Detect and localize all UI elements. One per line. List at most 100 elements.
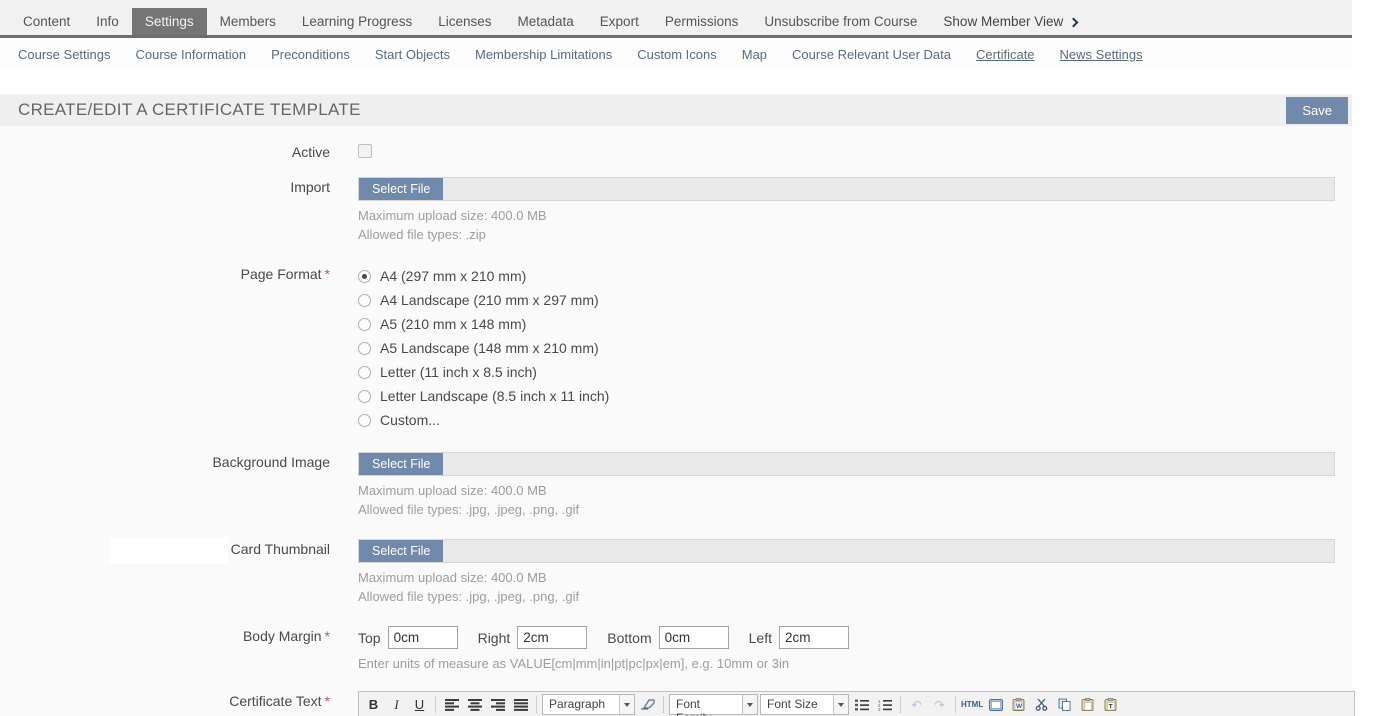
subtab-membership-limitations[interactable]: Membership Limitations [475,47,612,62]
radio-letter-landscape[interactable]: Letter Landscape (8.5 inch x 11 inch) [358,384,1335,408]
radio-custom[interactable]: Custom... [358,408,1335,432]
tab-settings[interactable]: Settings [132,8,207,35]
font-family-select[interactable]: Font Family [669,694,758,715]
radio-a5[interactable]: A5 (210 mm x 148 mm) [358,312,1335,336]
align-justify-button[interactable] [510,695,531,715]
radio-button-icon[interactable] [358,294,371,307]
html-source-button[interactable]: HTML [961,695,983,715]
bullet-list-icon [855,699,869,711]
align-right-button[interactable] [487,695,508,715]
chevron-down-icon [833,695,848,714]
tab-export[interactable]: Export [587,8,652,35]
radio-a4-landscape-label: A4 Landscape (210 mm x 297 mm) [380,292,599,308]
numbered-list-button[interactable]: 123 [874,695,895,715]
tab-licenses[interactable]: Licenses [425,8,504,35]
card-thumbnail-label: Card Thumbnail [231,541,330,557]
tab-permissions[interactable]: Permissions [652,8,752,35]
card-thumbnail-max-upload-hint: Maximum upload size: 400.0 MB [358,570,1335,585]
fullscreen-button[interactable] [985,695,1006,715]
subtab-course-settings[interactable]: Course Settings [18,47,111,62]
radio-letter[interactable]: Letter (11 inch x 8.5 inch) [358,360,1335,384]
paste-from-word-button[interactable]: W [1008,695,1029,715]
subtab-preconditions[interactable]: Preconditions [271,47,350,62]
editor-toolbar: B I U [359,692,1354,716]
margin-top-input[interactable] [388,626,458,649]
svg-text:W: W [1016,703,1023,710]
subtab-news-settings[interactable]: News Settings [1060,47,1143,62]
tab-metadata[interactable]: Metadata [505,8,587,35]
chevron-down-icon [742,695,757,714]
toolbar-separator [536,696,537,713]
save-button[interactable]: Save [1286,97,1348,124]
card-thumbnail-file-input[interactable]: Select File [358,539,1335,563]
align-right-icon [491,699,505,711]
tab-show-member-view[interactable]: Show Member View [930,8,1090,35]
tab-unsubscribe[interactable]: Unsubscribe from Course [751,8,930,35]
paste-text-icon: T [1104,698,1117,711]
radio-letter-label: Letter (11 inch x 8.5 inch) [380,364,537,380]
background-image-select-file-button[interactable]: Select File [359,453,443,475]
radio-button-icon[interactable] [358,390,371,403]
margin-left-input[interactable] [779,626,849,649]
underline-button[interactable]: U [409,695,430,715]
certificate-text-label: Certificate Text [229,693,321,709]
row-card-thumbnail: Card Thumbnail Select File Maximum uploa… [0,539,1352,604]
radio-letter-landscape-label: Letter Landscape (8.5 inch x 11 inch) [380,388,609,404]
bullet-list-button[interactable] [851,695,872,715]
radio-button-icon[interactable] [358,270,371,283]
redo-button[interactable]: ↷ [929,695,950,715]
radio-a4[interactable]: A4 (297 mm x 210 mm) [358,264,1335,288]
top-tab-bar: Content Info Settings Members Learning P… [0,0,1352,38]
radio-a5-landscape[interactable]: A5 Landscape (148 mm x 210 mm) [358,336,1335,360]
margin-right-input[interactable] [517,626,587,649]
toolbar-separator [435,696,436,713]
active-checkbox[interactable] [358,144,372,158]
radio-button-icon[interactable] [358,318,371,331]
chevron-down-icon [619,695,634,714]
background-image-file-input[interactable]: Select File [358,452,1335,476]
italic-button[interactable]: I [386,695,407,715]
tab-content[interactable]: Content [10,8,83,35]
undo-button[interactable]: ↶ [906,695,927,715]
import-max-upload-hint: Maximum upload size: 400.0 MB [358,208,1335,223]
copy-button[interactable] [1054,695,1075,715]
cut-button[interactable] [1031,695,1052,715]
paste-button[interactable] [1077,695,1098,715]
radio-a5-label: A5 (210 mm x 148 mm) [380,316,526,332]
subtab-course-relevant-user-data[interactable]: Course Relevant User Data [792,47,951,62]
card-thumbnail-select-file-button[interactable]: Select File [359,540,443,562]
align-left-button[interactable] [441,695,462,715]
radio-button-icon[interactable] [358,342,371,355]
tab-learning-progress[interactable]: Learning Progress [289,8,425,35]
bold-button[interactable]: B [363,695,384,715]
subtab-map[interactable]: Map [742,47,767,62]
import-file-input[interactable]: Select File [358,177,1335,201]
row-body-margin: Body Margin* Top Right Bottom Left Enter… [0,626,1352,671]
align-center-icon [468,699,482,711]
radio-a4-landscape[interactable]: A4 Landscape (210 mm x 297 mm) [358,288,1335,312]
radio-a4-label: A4 (297 mm x 210 mm) [380,268,526,284]
subtab-certificate[interactable]: Certificate [976,47,1035,62]
tab-info[interactable]: Info [83,8,132,35]
remove-format-button[interactable] [637,695,658,715]
margin-bottom-input[interactable] [659,626,729,649]
subtab-custom-icons[interactable]: Custom Icons [637,47,716,62]
tab-members[interactable]: Members [207,8,289,35]
radio-button-icon[interactable] [358,366,371,379]
paragraph-format-select[interactable]: Paragraph [542,694,635,715]
align-justify-icon [514,699,528,711]
subtab-course-information[interactable]: Course Information [136,47,247,62]
paste-icon [1081,698,1094,711]
margin-top-label: Top [358,630,381,646]
import-select-file-button[interactable]: Select File [359,178,443,200]
subtab-start-objects[interactable]: Start Objects [375,47,450,62]
font-size-select[interactable]: Font Size [760,694,849,715]
align-center-button[interactable] [464,695,485,715]
paste-as-text-button[interactable]: T [1100,695,1121,715]
radio-button-icon[interactable] [358,414,371,427]
copy-icon [1058,698,1071,711]
background-image-label: Background Image [0,452,330,517]
row-background-image: Background Image Select File Maximum upl… [0,452,1352,517]
required-asterisk: * [325,266,330,282]
svg-text:T: T [1109,704,1113,711]
